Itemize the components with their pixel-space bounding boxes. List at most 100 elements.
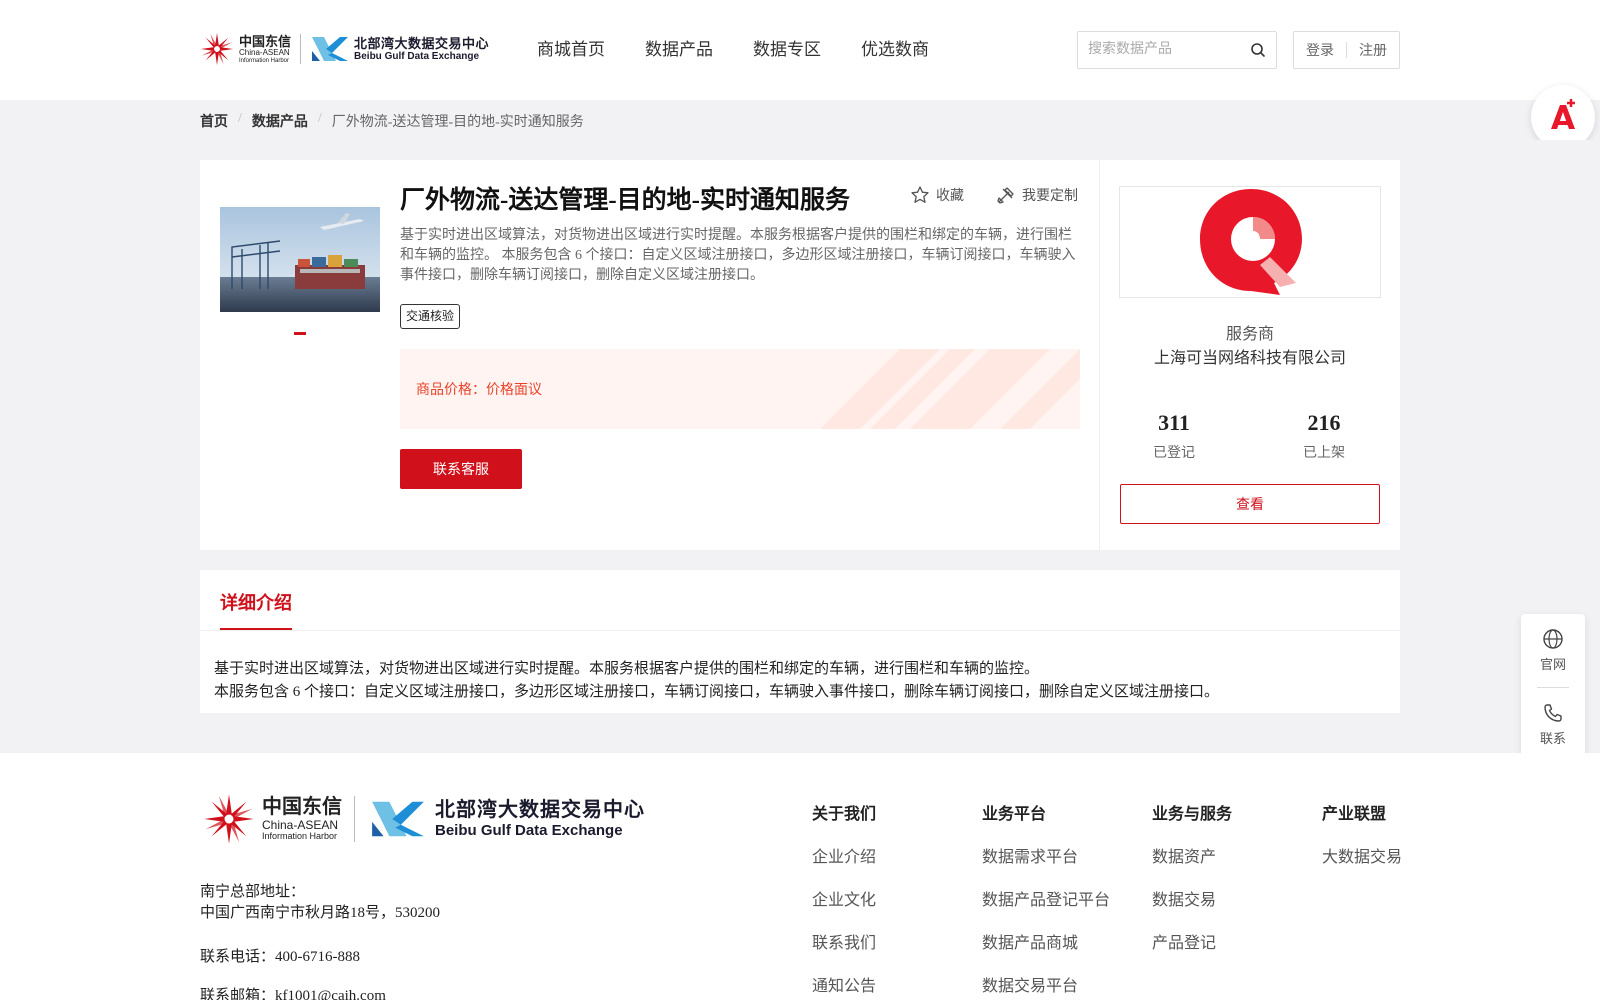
- price-box: 商品价格：价格面议: [400, 349, 1080, 429]
- logo-cn-main-text: 中国东信: [239, 33, 292, 49]
- footer-link[interactable]: 企业文化: [812, 886, 876, 910]
- product-tag[interactable]: 交通核验: [400, 304, 461, 329]
- tab-detail[interactable]: 详细介绍: [220, 589, 292, 615]
- price-value: 价格面议: [486, 383, 542, 398]
- footer-logo-bx-sub: Beibu Gulf Data Exchange: [435, 822, 623, 839]
- auth-group: 登录 注册: [1293, 31, 1400, 69]
- footer-link[interactable]: 数据交易平台: [982, 972, 1110, 996]
- carousel-indicator[interactable]: [294, 332, 306, 335]
- customize-label: 我要定制: [1022, 189, 1078, 204]
- footer-address-label: 南宁总部地址：: [200, 884, 306, 900]
- detail-text-line-1: 基于实时进出区域算法，对货物进出区域进行实时提醒。本服务根据客户提供的围栏和绑定…: [214, 661, 1040, 677]
- favorite-button[interactable]: 收藏: [910, 185, 964, 205]
- breadcrumb-bar: 首页 / 数据产品 / 厂外物流-送达管理-目的地-实时通知服务: [0, 100, 1600, 140]
- contact-label: 联系: [1539, 731, 1566, 746]
- login-link[interactable]: 登录: [1306, 40, 1334, 60]
- footer-col-title: 业务平台: [982, 806, 1047, 823]
- footer-link[interactable]: 企业介绍: [812, 843, 876, 867]
- search-box: [1077, 31, 1277, 69]
- footer-address-value: 中国广西南宁市秋月路18号，530200: [200, 905, 441, 921]
- toolbar-separator: [1537, 687, 1569, 688]
- header: 中国东信 China-ASEAN Information Harbor 北部湾大…: [0, 0, 1600, 100]
- breadcrumb-home[interactable]: 首页: [200, 111, 228, 131]
- beibu-gulf-mark-icon: [372, 801, 424, 837]
- star-icon: [911, 186, 929, 203]
- favorite-label: 收藏: [936, 189, 964, 204]
- detail-divider: [200, 630, 1400, 631]
- registered-count: 311: [1158, 410, 1190, 435]
- footer-col-about: 关于我们 企业介绍 企业文化 联系我们 通知公告: [812, 800, 876, 996]
- footer-col-platforms: 业务平台 数据需求平台 数据产品登记平台 数据产品商城 数据交易平台: [982, 800, 1110, 996]
- search-input[interactable]: [1088, 32, 1248, 68]
- footer-logo-cn-sub: China-ASEAN: [262, 818, 339, 832]
- footer-link[interactable]: 数据产品商城: [982, 929, 1110, 953]
- provider-label: 服务商: [1225, 326, 1274, 343]
- port-shipping-image: [220, 207, 380, 312]
- breadcrumb-separator: /: [238, 111, 242, 126]
- nav-mall-home[interactable]: 商城首页: [537, 38, 605, 62]
- price-label: 商品价格：: [416, 383, 486, 398]
- footer-phone: 联系电话：400-6716-888: [200, 949, 360, 965]
- listed-label: 已上架: [1303, 446, 1345, 461]
- footer-link[interactable]: 数据需求平台: [982, 843, 1110, 867]
- website-button[interactable]: 官网: [1521, 628, 1585, 673]
- site-logo[interactable]: 中国东信 China-ASEAN Information Harbor 北部湾大…: [198, 28, 498, 70]
- logo-cn-sub-text: China-ASEAN: [239, 47, 290, 57]
- provider-logo-icon: [1200, 189, 1302, 295]
- registered-stat: 311 已登记: [1134, 410, 1214, 462]
- footer-col-services: 业务与服务 数据资产 数据交易 产品登记: [1152, 800, 1232, 953]
- register-link[interactable]: 注册: [1359, 40, 1387, 60]
- logo-cn-sub2-text: Information Harbor: [239, 57, 290, 64]
- contact-button[interactable]: 联系: [1521, 702, 1585, 747]
- footer-link[interactable]: 数据资产: [1152, 843, 1232, 867]
- provider-name[interactable]: 上海可当网络科技有限公司: [1119, 344, 1381, 368]
- search-icon[interactable]: [1250, 42, 1266, 58]
- globe-icon: [1543, 629, 1563, 649]
- auth-separator: [1346, 42, 1347, 58]
- footer-col-title: 业务与服务: [1152, 806, 1233, 823]
- footer-col-title: 关于我们: [812, 806, 877, 823]
- footer-email: 联系邮箱：kf1001@caih.com: [200, 988, 386, 1000]
- beibu-gulf-mark-icon: [312, 37, 349, 61]
- price-text: 商品价格：价格面议: [416, 379, 542, 399]
- footer-logo-cn-main: 中国东信: [262, 796, 342, 818]
- main-nav: 商城首页 数据产品 数据专区 优选数商: [537, 38, 969, 62]
- nav-data-zone[interactable]: 数据专区: [753, 38, 821, 62]
- side-toolbar: 官网 联系: [1521, 614, 1585, 759]
- china-asean-logo: 中国东信 China-ASEAN Information Harbor: [198, 30, 291, 68]
- breadcrumb-separator: /: [317, 111, 322, 126]
- logo-divider: [300, 34, 302, 64]
- footer-link[interactable]: 大数据交易: [1322, 843, 1402, 867]
- nav-preferred-vendors[interactable]: 优选数商: [861, 38, 929, 62]
- tools-icon: [997, 187, 1014, 204]
- product-actions: 收藏 我要定制: [910, 185, 1110, 205]
- footer-link[interactable]: 数据交易: [1152, 886, 1232, 910]
- breadcrumb-current: 厂外物流-送达管理-目的地-实时通知服务: [331, 115, 584, 130]
- footer-logo-bx-main: 北部湾大数据交易中心: [435, 799, 645, 821]
- china-asean-burst-icon: [204, 794, 254, 844]
- footer-logo-cn-sub2: Information Harbor: [262, 831, 338, 841]
- footer-col-alliance: 产业联盟 大数据交易: [1322, 800, 1402, 867]
- detail-text-line-2: 本服务包含 6 个接口：自定义区域注册接口，多边形区域注册接口，车辆订阅接口，车…: [214, 684, 1220, 700]
- listed-count: 216: [1307, 410, 1341, 435]
- provider-logo[interactable]: [1119, 186, 1381, 298]
- registered-label: 已登记: [1153, 446, 1195, 461]
- provider-divider: [1099, 160, 1100, 550]
- footer-link[interactable]: 产品登记: [1152, 929, 1232, 953]
- footer-address: 南宁总部地址： 中国广西南宁市秋月路18号，530200: [200, 882, 440, 924]
- nav-data-products[interactable]: 数据产品: [645, 38, 713, 62]
- customize-button[interactable]: 我要定制: [996, 185, 1078, 205]
- footer-link[interactable]: 通知公告: [812, 972, 876, 996]
- product-description: 基于实时进出区域算法，对货物进出区域进行实时提醒。本服务根据客户提供的围栏和绑定…: [400, 228, 1076, 283]
- phone-icon: [1544, 704, 1562, 722]
- website-label: 官网: [1539, 657, 1566, 672]
- footer-logo[interactable]: 中国东信 China-ASEAN Information Harbor 北部湾大…: [200, 790, 645, 848]
- footer-link[interactable]: 数据产品登记平台: [982, 886, 1110, 910]
- breadcrumb-category[interactable]: 数据产品: [252, 111, 308, 131]
- logo-bx-main-text: 北部湾大数据交易中心: [354, 35, 490, 51]
- beibu-gulf-logo: 北部湾大数据交易中心 Beibu Gulf Data Exchange: [310, 33, 489, 65]
- view-provider-button[interactable]: 查看: [1120, 484, 1380, 524]
- product-image[interactable]: [220, 207, 380, 312]
- footer-link[interactable]: 联系我们: [812, 929, 876, 953]
- contact-service-button[interactable]: 联系客服: [400, 449, 522, 489]
